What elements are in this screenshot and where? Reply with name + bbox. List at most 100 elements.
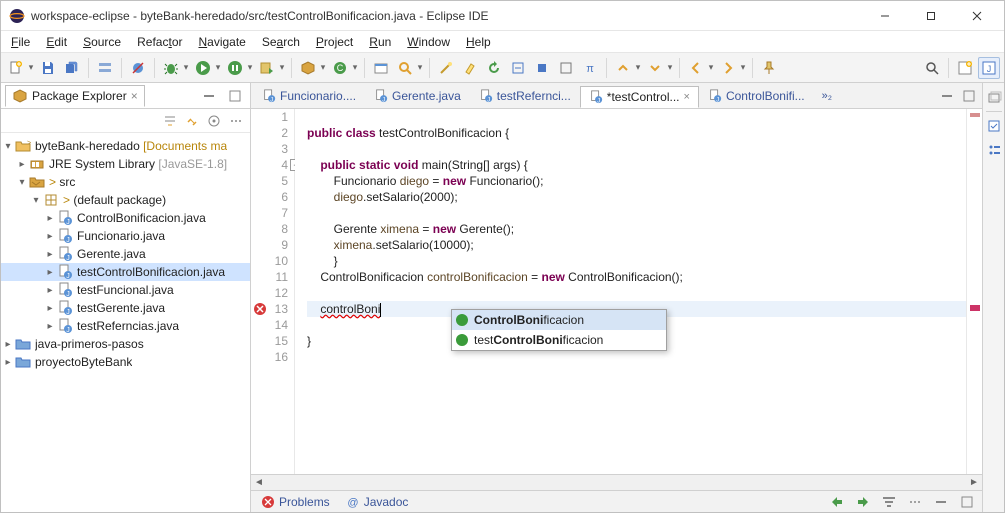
editor-tabs: JFuncionario....JGerente.javaJtestRefern… xyxy=(251,83,982,109)
search-button[interactable] xyxy=(394,57,416,79)
close-tab-icon[interactable]: × xyxy=(684,91,690,103)
overview-ruler[interactable] xyxy=(966,109,982,474)
tree-file-item[interactable]: ▸JtestControlBonificacion.java xyxy=(1,263,250,281)
toggle-breadcrumb-button[interactable] xyxy=(94,57,116,79)
menu-navigate[interactable]: Navigate xyxy=(192,33,251,51)
next-annotation-button[interactable] xyxy=(644,57,666,79)
autocomplete-item[interactable]: ControlBonificacion xyxy=(452,310,666,330)
editor-max-button[interactable] xyxy=(958,85,980,107)
pin-button[interactable] xyxy=(758,57,780,79)
run-last-button[interactable] xyxy=(256,57,278,79)
forward-button[interactable] xyxy=(717,57,739,79)
stop-button[interactable] xyxy=(531,57,553,79)
debug-button[interactable] xyxy=(160,57,182,79)
tree-file-item[interactable]: ▸JtestReferncias.java xyxy=(1,317,250,335)
close-button[interactable] xyxy=(954,1,1000,31)
java-file-icon: J xyxy=(479,89,493,103)
editor-tab[interactable]: JControlBonifi... xyxy=(699,85,814,107)
back-button[interactable] xyxy=(685,57,707,79)
maximize-button[interactable] xyxy=(908,1,954,31)
bottom-min-button[interactable] xyxy=(930,491,952,513)
tree-file-item[interactable]: ▸JControlBonificacion.java xyxy=(1,209,250,227)
outline-view-button[interactable] xyxy=(984,140,1004,160)
wand-button[interactable] xyxy=(435,57,457,79)
new-class-button[interactable]: C xyxy=(329,57,351,79)
menu-file[interactable]: File xyxy=(5,33,36,51)
skip-breakpoints-button[interactable] xyxy=(127,57,149,79)
menu-source[interactable]: Source xyxy=(77,33,127,51)
error-icon[interactable] xyxy=(253,302,267,316)
svg-text:J: J xyxy=(270,96,273,103)
editor-tab[interactable]: J*testControl...× xyxy=(580,86,699,108)
twisty-icon[interactable]: ▾ xyxy=(15,177,29,188)
collapse-all-button[interactable] xyxy=(160,111,180,131)
prev-annotation-button[interactable] xyxy=(612,57,634,79)
focus-task-button[interactable] xyxy=(204,111,224,131)
package-tree[interactable]: ▾ > byteBank-heredado [Documents ma ▸ JR… xyxy=(1,133,250,512)
close-view-icon[interactable]: × xyxy=(131,89,138,103)
java-file-icon: J xyxy=(57,246,73,262)
view-max-button[interactable] xyxy=(224,85,246,107)
run-button[interactable] xyxy=(192,57,214,79)
view-min-button[interactable] xyxy=(198,85,220,107)
quick-access-button[interactable] xyxy=(921,57,943,79)
menu-window[interactable]: Window xyxy=(401,33,456,51)
menu-search[interactable]: Search xyxy=(256,33,306,51)
open-type-button[interactable] xyxy=(370,57,392,79)
editor-min-button[interactable] xyxy=(936,85,958,107)
open-perspective-button[interactable] xyxy=(954,57,976,79)
bottom-nav1-button[interactable] xyxy=(826,491,848,513)
view-menu-button[interactable] xyxy=(226,111,246,131)
tabs-overflow-button[interactable]: »₂ xyxy=(818,88,836,104)
pi-button[interactable]: π xyxy=(579,57,601,79)
tree-file-item[interactable]: ▸JGerente.java xyxy=(1,245,250,263)
new-button[interactable] xyxy=(5,57,27,79)
highlight-button[interactable] xyxy=(459,57,481,79)
autocomplete-item[interactable]: testControlBonificacion xyxy=(452,330,666,350)
java-perspective-button[interactable]: J xyxy=(978,57,1000,79)
tree-file-item[interactable]: ▸JtestFuncional.java xyxy=(1,281,250,299)
tasks-view-button[interactable] xyxy=(984,116,1004,136)
editor-tab[interactable]: JGerente.java xyxy=(365,85,470,107)
restore-button[interactable] xyxy=(984,87,1004,107)
minimize-button[interactable] xyxy=(862,1,908,31)
tree-file-item[interactable]: ▸JtestGerente.java xyxy=(1,299,250,317)
menu-bar: File Edit Source Refactor Navigate Searc… xyxy=(1,31,1004,53)
refresh-button[interactable] xyxy=(483,57,505,79)
code-editor[interactable]: public class testControlBonificacion { p… xyxy=(295,109,966,474)
tree-file-item[interactable]: ▸JFuncionario.java xyxy=(1,227,250,245)
twisty-icon[interactable]: ▾ xyxy=(29,195,43,206)
dropdown-caret-icon[interactable]: ▾ xyxy=(27,62,35,73)
project-icon: > xyxy=(15,138,31,154)
coverage-button[interactable] xyxy=(224,57,246,79)
save-button[interactable] xyxy=(37,57,59,79)
bottom-max-button[interactable] xyxy=(956,491,978,513)
java-file-icon: J xyxy=(589,90,603,104)
menu-run[interactable]: Run xyxy=(363,33,397,51)
menu-project[interactable]: Project xyxy=(310,33,359,51)
menu-edit[interactable]: Edit xyxy=(40,33,73,51)
new-package-button[interactable] xyxy=(297,57,319,79)
twisty-icon[interactable]: ▾ xyxy=(1,141,15,152)
menu-help[interactable]: Help xyxy=(460,33,497,51)
link-editor-button[interactable] xyxy=(182,111,202,131)
collapse-button[interactable] xyxy=(507,57,529,79)
javadoc-tab[interactable]: @ Javadoc xyxy=(340,493,415,511)
svg-text:J: J xyxy=(66,255,70,262)
menu-refactor[interactable]: Refactor xyxy=(131,33,188,51)
svg-text:J: J xyxy=(987,64,992,74)
editor-gutter[interactable]: 1 2 3 4− 5 6 7 8 9 10 11 12 13 14 15 16 xyxy=(251,109,295,474)
class-icon xyxy=(456,314,468,326)
save-all-button[interactable] xyxy=(61,57,83,79)
editor-tab[interactable]: JFuncionario.... xyxy=(253,85,365,107)
package-explorer-tab[interactable]: Package Explorer × xyxy=(5,85,145,107)
twisty-icon[interactable]: ▸ xyxy=(15,159,29,170)
editor-tab[interactable]: JtestRefernci... xyxy=(470,85,580,107)
bottom-menu-button[interactable] xyxy=(904,491,926,513)
problems-tab[interactable]: Problems xyxy=(255,493,336,511)
bottom-nav2-button[interactable] xyxy=(852,491,874,513)
frame-button[interactable] xyxy=(555,57,577,79)
horizontal-scrollbar[interactable]: ◄► xyxy=(251,474,982,490)
bottom-filter-button[interactable] xyxy=(878,491,900,513)
window-title: workspace-eclipse - byteBank-heredado/sr… xyxy=(31,9,862,23)
